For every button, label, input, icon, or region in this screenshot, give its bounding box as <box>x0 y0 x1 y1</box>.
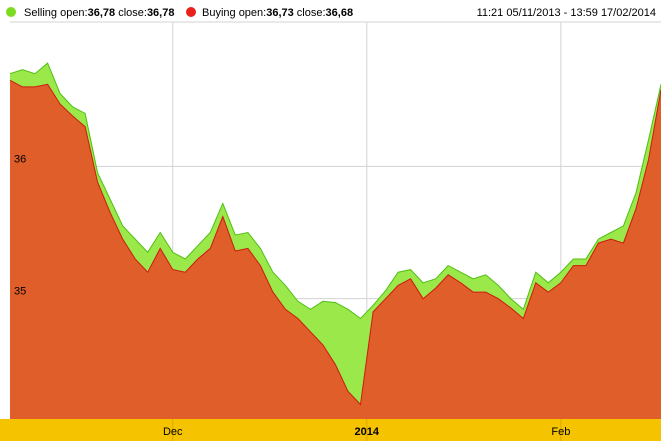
buying-legend-label: Buying open:36,73 close:36,68 <box>202 7 353 19</box>
buying-close-value: 36,68 <box>326 7 354 19</box>
selling-legend-marker <box>6 7 16 17</box>
x-tick-label: Dec <box>163 426 183 438</box>
date-range: 11:21 05/11/2013 - 13:59 17/02/2014 <box>477 7 656 19</box>
buying-area <box>10 80 661 420</box>
y-tick-label: 35 <box>14 286 26 298</box>
selling-close-label: close: <box>115 7 147 19</box>
buying-open-value: 36,73 <box>266 7 294 19</box>
buying-legend-marker <box>186 7 196 17</box>
selling-open-label: Selling open: <box>24 7 88 19</box>
price-chart: Selling open:36,78 close:36,78 Buying op… <box>0 7 661 441</box>
selling-open-value: 36,78 <box>88 7 116 19</box>
y-tick-label: 36 <box>14 153 26 165</box>
selling-close-value: 36,78 <box>147 7 175 19</box>
legend: Selling open:36,78 close:36,78 Buying op… <box>6 7 656 19</box>
buying-open-label: Buying open: <box>202 7 266 19</box>
series-areas <box>9 62 661 420</box>
x-tick-label: 2014 <box>355 426 380 438</box>
x-tick-label: Feb <box>551 426 570 438</box>
buying-close-label: close: <box>294 7 326 19</box>
selling-legend-label: Selling open:36,78 close:36,78 <box>24 7 174 19</box>
